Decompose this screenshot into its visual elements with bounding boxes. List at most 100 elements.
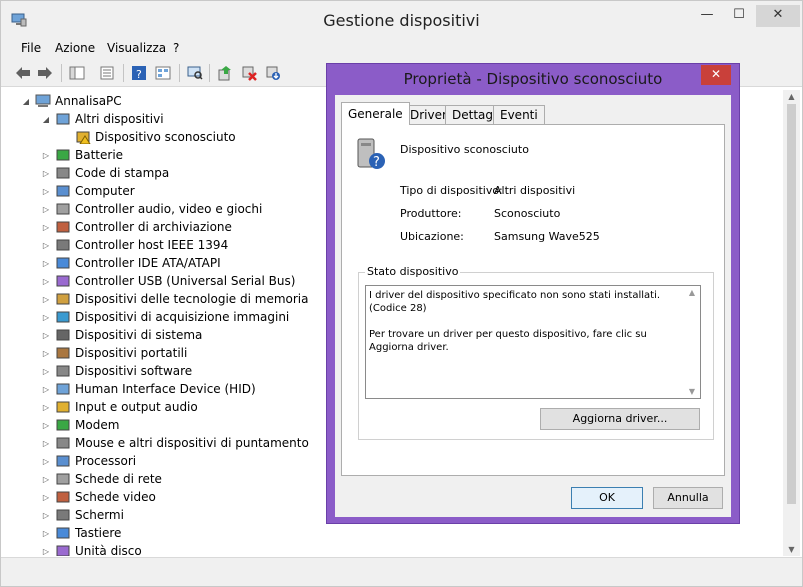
close-button[interactable]: ✕: [756, 5, 800, 27]
cancel-button[interactable]: Annulla: [653, 487, 723, 509]
expanded-arrow-icon[interactable]: ◢: [21, 97, 31, 106]
prop-label-ubicazione: Ubicazione:: [400, 230, 464, 243]
tree-category-item[interactable]: ▷ Schede video: [41, 488, 156, 506]
tab-eventi[interactable]: Eventi: [493, 105, 545, 124]
tree-item-label: Dispositivo sconosciuto: [95, 130, 236, 144]
collapsed-arrow-icon[interactable]: ▷: [41, 493, 51, 502]
uninstall-device-icon[interactable]: [239, 63, 259, 83]
menu-visualizza[interactable]: Visualizza: [107, 41, 166, 55]
tree-item-label: Dispositivi di sistema: [75, 328, 203, 342]
minimize-button[interactable]: —: [692, 5, 722, 27]
collapsed-arrow-icon[interactable]: ▷: [41, 295, 51, 304]
toolbar-separator: [209, 64, 210, 82]
scroll-down-arrow-icon[interactable]: ▼: [684, 387, 700, 396]
collapsed-arrow-icon[interactable]: ▷: [41, 313, 51, 322]
collapsed-arrow-icon[interactable]: ▷: [41, 169, 51, 178]
tree-category-item[interactable]: ◢ Altri dispositivi: [41, 110, 164, 128]
collapsed-arrow-icon[interactable]: ▷: [41, 367, 51, 376]
title-bar[interactable]: Gestione dispositivi — ☐ ✕: [1, 1, 802, 39]
update-driver-icon[interactable]: [215, 63, 235, 83]
collapsed-arrow-icon[interactable]: ▷: [41, 151, 51, 160]
dialog-title-bar[interactable]: Proprietà - Dispositivo sconosciuto ✕: [327, 64, 739, 94]
device-name: Dispositivo sconosciuto: [400, 143, 529, 156]
tree-category-item[interactable]: ▷ Controller audio, video e giochi: [41, 200, 262, 218]
properties-sheet-icon[interactable]: [97, 63, 117, 83]
tree-item-label: Controller audio, video e giochi: [75, 202, 263, 216]
tree-category-item[interactable]: ▷ Dispositivi di sistema: [41, 326, 202, 344]
tree-root[interactable]: ◢ AnnalisaPC: [21, 92, 122, 110]
dialog-close-button[interactable]: ✕: [701, 65, 731, 85]
menu-azione[interactable]: Azione: [55, 41, 95, 55]
disk-icon: [56, 545, 70, 556]
collapsed-arrow-icon[interactable]: ▷: [41, 475, 51, 484]
scan-hardware-icon[interactable]: [185, 63, 205, 83]
collapsed-arrow-icon[interactable]: ▷: [41, 223, 51, 232]
update-driver-button[interactable]: Aggiorna driver...: [540, 408, 700, 430]
tree-category-item[interactable]: ▷ Mouse e altri dispositivi di puntamento: [41, 434, 309, 452]
collapsed-arrow-icon[interactable]: ▷: [41, 511, 51, 520]
tree-category-item[interactable]: ▷ Unità disco: [41, 542, 142, 556]
tree-category-item[interactable]: ▷ Processori: [41, 452, 136, 470]
tree-item-label: Dispositivi delle tecnologie di memoria: [75, 292, 309, 306]
collapsed-arrow-icon[interactable]: ▷: [41, 529, 51, 538]
tree-category-item[interactable]: ▷ Input e output audio: [41, 398, 198, 416]
display-adapter-icon: [56, 491, 70, 503]
tree-category-item[interactable]: ▷ Dispositivi delle tecnologie di memoria: [41, 290, 309, 308]
collapsed-arrow-icon[interactable]: ▷: [41, 385, 51, 394]
help-book-icon[interactable]: ?: [129, 63, 149, 83]
tree-child-item[interactable]: Dispositivo sconosciuto: [61, 128, 236, 146]
tree-category-item[interactable]: ▷ Batterie: [41, 146, 123, 164]
tree-category-item[interactable]: ▷ Dispositivi portatili: [41, 344, 187, 362]
tree-category-item[interactable]: ▷ Schede di rete: [41, 470, 162, 488]
tab-generale[interactable]: Generale: [341, 102, 410, 125]
collapsed-arrow-icon[interactable]: ▷: [41, 259, 51, 268]
scroll-up-arrow-icon[interactable]: ▲: [783, 92, 800, 101]
collapsed-arrow-icon[interactable]: ▷: [41, 331, 51, 340]
tree-category-item[interactable]: ▷ Controller IDE ATA/ATAPI: [41, 254, 221, 272]
enable-device-icon[interactable]: [263, 63, 283, 83]
tree-category-item[interactable]: ▷ Tastiere: [41, 524, 122, 542]
tree-root-label: AnnalisaPC: [55, 94, 122, 108]
collapsed-arrow-icon[interactable]: ▷: [41, 547, 51, 556]
collapsed-arrow-icon[interactable]: ▷: [41, 277, 51, 286]
scrollbar-thumb[interactable]: [787, 104, 796, 504]
scroll-down-arrow-icon[interactable]: ▼: [783, 545, 800, 554]
collapsed-arrow-icon[interactable]: ▷: [41, 205, 51, 214]
prop-label-produttore: Produttore:: [400, 207, 462, 220]
vertical-scrollbar[interactable]: ▲ ▼: [783, 90, 800, 556]
tree-category-item[interactable]: ▷ Schermi: [41, 506, 124, 524]
device-status-textbox[interactable]: I driver del dispositivo specificato non…: [365, 285, 701, 399]
collapsed-arrow-icon[interactable]: ▷: [41, 349, 51, 358]
show-hide-tree-icon[interactable]: [67, 63, 87, 83]
tree-category-item[interactable]: ▷ Human Interface Device (HID): [41, 380, 256, 398]
toolbar-separator: [61, 64, 62, 82]
collapsed-arrow-icon[interactable]: ▷: [41, 187, 51, 196]
maximize-button[interactable]: ☐: [724, 5, 754, 27]
tree-category-item[interactable]: ▷ Modem: [41, 416, 119, 434]
status-scrollbar[interactable]: ▲ ▼: [684, 286, 700, 398]
collapsed-arrow-icon[interactable]: ▷: [41, 457, 51, 466]
collapsed-arrow-icon[interactable]: ▷: [41, 241, 51, 250]
menu-file[interactable]: File: [21, 41, 41, 55]
menu-help[interactable]: ?: [173, 41, 179, 55]
tree-category-item[interactable]: ▷ Controller di archiviazione: [41, 218, 232, 236]
tree-category-item[interactable]: ▷ Controller host IEEE 1394: [41, 236, 228, 254]
monitor-icon: [56, 509, 70, 521]
tree-category-item[interactable]: ▷ Dispositivi di acquisizione immagini: [41, 308, 289, 326]
back-arrow-icon[interactable]: [13, 63, 33, 83]
collapsed-arrow-icon[interactable]: ▷: [41, 403, 51, 412]
ok-button[interactable]: OK: [571, 487, 643, 509]
hid-icon: [56, 383, 70, 395]
tree-item-label: Controller host IEEE 1394: [75, 238, 229, 252]
view-icon[interactable]: [153, 63, 173, 83]
tree-category-item[interactable]: ▷ Controller USB (Universal Serial Bus): [41, 272, 295, 290]
tree-category-item[interactable]: ▷ Code di stampa: [41, 164, 169, 182]
collapsed-arrow-icon[interactable]: ▷: [41, 439, 51, 448]
tree-category-item[interactable]: ▷ Dispositivi software: [41, 362, 192, 380]
expanded-arrow-icon[interactable]: ◢: [41, 115, 51, 124]
battery-icon: [56, 149, 70, 161]
scroll-up-arrow-icon[interactable]: ▲: [684, 288, 700, 297]
forward-arrow-icon[interactable]: [35, 63, 55, 83]
tree-category-item[interactable]: ▷ Computer: [41, 182, 135, 200]
collapsed-arrow-icon[interactable]: ▷: [41, 421, 51, 430]
